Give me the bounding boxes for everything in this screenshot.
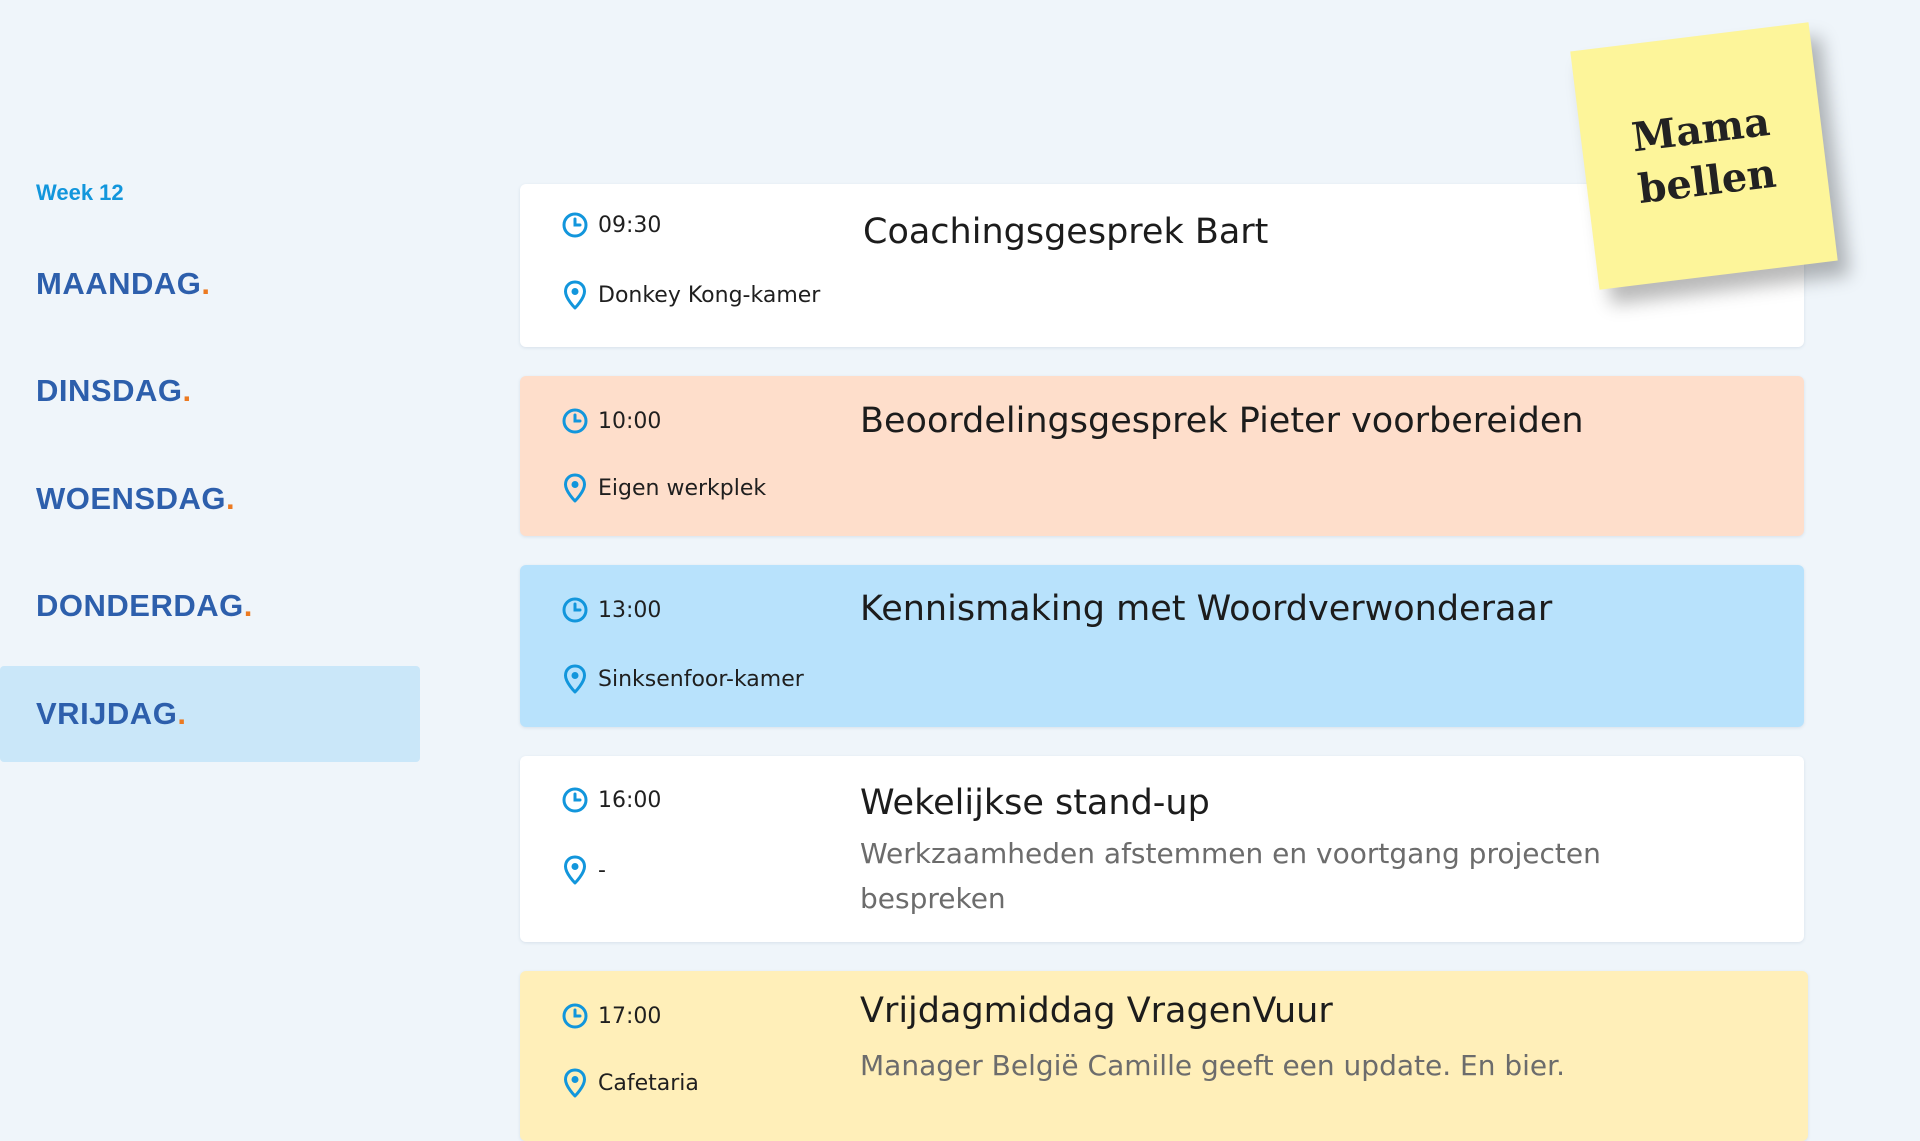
day-item-vrijdag[interactable]: VRIJDAG. — [0, 666, 420, 762]
event-location-row: Eigen werkplek — [560, 473, 766, 503]
day-label: WOENSDAG — [36, 481, 226, 516]
event-time: 13:00 — [598, 597, 662, 623]
day-item-dinsdag[interactable]: DINSDAG. — [0, 343, 420, 439]
event-location: Sinksenfoor-kamer — [598, 666, 804, 692]
event-card[interactable]: 13:00 Sinksenfoor-kamer Kennismaking met… — [520, 565, 1804, 727]
week-label: Week 12 — [36, 180, 124, 205]
event-location: - — [598, 857, 606, 883]
day-dot: . — [182, 373, 192, 408]
day-item-maandag[interactable]: MAANDAG. — [0, 236, 420, 332]
clock-icon — [560, 1001, 590, 1031]
day-label: VRIJDAG — [36, 696, 178, 731]
event-time: 16:00 — [598, 787, 662, 813]
event-time-row: 10:00 — [560, 406, 661, 436]
event-time-row: 16:00 — [560, 785, 661, 815]
day-dot: . — [226, 481, 236, 516]
event-card[interactable]: 16:00 - Wekelijkse stand-up Werkzaamhede… — [520, 756, 1804, 942]
sticky-note[interactable]: Mama bellen — [1570, 22, 1838, 290]
event-title: Coachingsgesprek Bart — [863, 212, 1269, 252]
sticky-note-text: Mama bellen — [1629, 96, 1779, 216]
event-location-row: Cafetaria — [560, 1068, 699, 1098]
clock-icon — [560, 210, 590, 240]
event-time: 10:00 — [598, 408, 662, 434]
event-time-row: 13:00 — [560, 595, 661, 625]
event-title: Kennismaking met Woordverwonderaar — [860, 589, 1553, 629]
day-item-woensdag[interactable]: WOENSDAG. — [0, 451, 420, 547]
event-location-row: - — [560, 855, 606, 885]
event-location: Eigen werkplek — [598, 475, 767, 501]
event-card[interactable]: 10:00 Eigen werkplek Beoordelingsgesprek… — [520, 376, 1804, 536]
day-label: DINSDAG — [36, 373, 183, 408]
event-time: 09:30 — [598, 212, 662, 238]
event-title: Beoordelingsgesprek Pieter voorbereiden — [860, 401, 1584, 441]
map-pin-icon — [560, 664, 590, 694]
day-dot: . — [177, 696, 187, 731]
map-pin-icon — [560, 473, 590, 503]
map-pin-icon — [560, 855, 590, 885]
event-card[interactable]: 17:00 Cafetaria Vrijdagmiddag VragenVuur… — [520, 971, 1808, 1141]
day-label: DONDERDAG — [36, 588, 244, 623]
day-dot: . — [201, 266, 211, 301]
event-time-row: 17:00 — [560, 1001, 661, 1031]
event-description: Werkzaamheden afstemmen en voortgang pro… — [860, 837, 1601, 915]
event-location-row: Donkey Kong-kamer — [560, 280, 820, 310]
day-item-donderdag[interactable]: DONDERDAG. — [0, 558, 420, 654]
event-title: Wekelijkse stand-up — [860, 783, 1210, 823]
event-time-row: 09:30 — [560, 210, 661, 240]
map-pin-icon — [560, 280, 590, 310]
day-dot: . — [243, 588, 253, 623]
week-sidebar: Week 12 MAANDAG. DINSDAG. WOENSDAG. DOND… — [0, 0, 420, 1126]
event-location: Cafetaria — [598, 1070, 699, 1096]
event-location: Donkey Kong-kamer — [598, 282, 821, 308]
event-location-row: Sinksenfoor-kamer — [560, 664, 804, 694]
event-time: 17:00 — [598, 1003, 662, 1029]
day-label: MAANDAG — [36, 266, 202, 301]
clock-icon — [560, 595, 590, 625]
map-pin-icon — [560, 1068, 590, 1098]
clock-icon — [560, 406, 590, 436]
event-description: Manager België Camille geeft een update.… — [860, 1049, 1565, 1082]
clock-icon — [560, 785, 590, 815]
event-title: Vrijdagmiddag VragenVuur — [860, 991, 1333, 1031]
